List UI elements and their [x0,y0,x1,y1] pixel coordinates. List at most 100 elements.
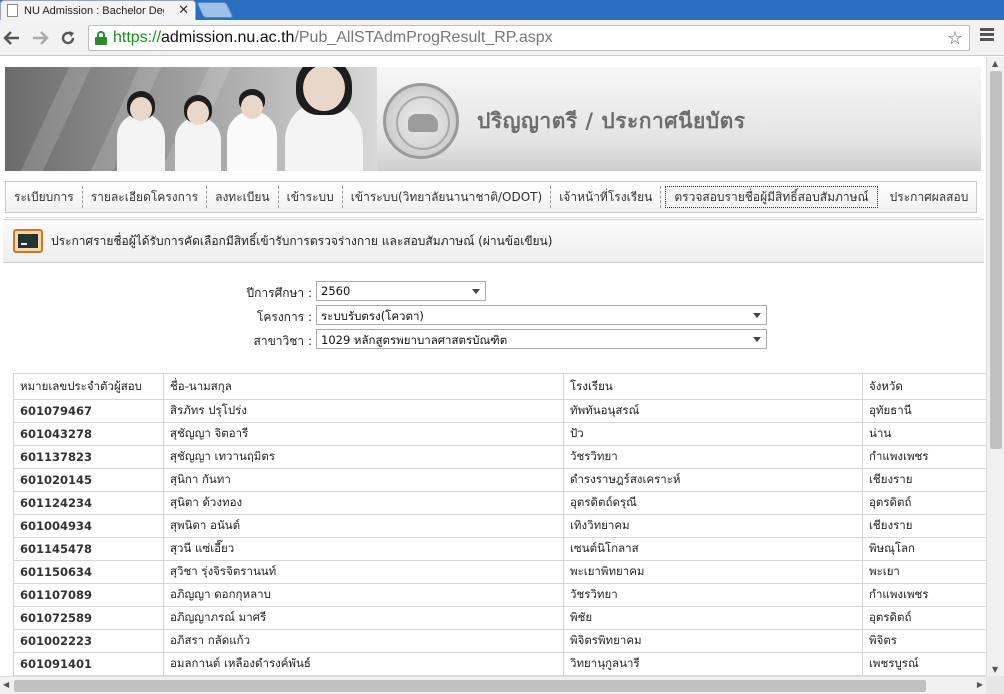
cell-applicant-id: 601043278 [13,422,164,446]
cell-applicant-id: 601002223 [13,629,164,653]
horizontal-scrollbar[interactable]: ◀ ▶ [0,676,986,694]
horizontal-scroll-thumb[interactable] [14,680,926,692]
cell-applicant-id: 601145478 [13,537,164,561]
cell-province: น่าน [862,422,986,446]
cell-school: ดำรงราษฎร์สงเคราะห์ [563,468,863,492]
major-select[interactable]: 1029 หลักสูตรพยาบาลศาสตรบัณฑิต [316,329,767,349]
browser-menu-icon[interactable] [980,28,994,42]
cell-full-name: สุชัญญา จิตอารี [163,422,564,446]
cell-applicant-id: 601124234 [13,491,164,515]
forward-arrow-icon [33,31,49,45]
cell-applicant-id: 601004934 [13,514,164,538]
project-selected-value: ระบบรับตรง(โควตา) [321,309,424,323]
new-tab-button[interactable] [196,2,234,18]
tab-strip: NU Admission : Bachelor Degree ✕ [0,0,1004,20]
table-row: 601107089 อภิญญา ดอกกุหลาบ วัชรวิทยา กำแพงเ… [13,583,986,607]
cell-applicant-id: 601091401 [13,652,164,676]
banner-title: ปริญญาตรี / ประกาศนียบัตร [477,109,746,133]
close-tab-icon[interactable]: ✕ [178,4,189,17]
reload-button[interactable] [56,26,80,50]
project-label: โครงการ : [256,310,312,324]
cell-province: กำแพงเพชร [862,445,986,469]
menu-item-register[interactable]: ลงทะเบียน [207,186,279,208]
back-arrow-icon [3,31,19,45]
cell-full-name: สุพนิดา อนันต์ [163,514,564,538]
menu-item-login-international[interactable]: เข้าระบบ(วิทยาลัยนานาชาติ/ODOT) [343,186,552,208]
vertical-scroll-thumb[interactable] [990,71,1002,449]
cell-full-name: อภิญญาภรณ์ มาศรี [163,606,564,630]
menu-item-regulations[interactable]: ระเบียบการ [6,186,83,208]
cell-school: ทัพทันอนุสรณ์ [563,399,863,423]
chevron-down-icon [753,313,761,318]
cell-school: วัชรวิทยา [563,445,863,469]
column-header-full-name: ชื่อ-นามสกุล [163,373,564,400]
scroll-right-icon[interactable]: ▶ [977,680,983,689]
cell-province: เชียงราย [862,514,986,538]
lock-icon [95,31,107,45]
bookmark-star-icon[interactable]: ☆ [947,28,963,49]
scroll-left-icon[interactable]: ◀ [3,680,9,689]
table-row: 601004934 สุพนิดา อนันต์ เทิงวิทยาคม เชียงร… [13,514,986,538]
results-table: หมายเลขประจำตัวผู้สอบ ชื่อ-นามสกุล โรงเร… [13,373,986,676]
vertical-scrollbar[interactable]: ▲ ▼ [986,57,1004,676]
browser-toolbar: https://admission.nu.ac.th/Pub_AllSTAdmP… [0,20,1004,56]
project-select[interactable]: ระบบรับตรง(โควตา) [316,305,767,325]
cell-province: พิจิตร [862,629,986,653]
cell-school: เซนต์นิโกลาส [563,537,863,561]
cell-province: อุทัยธานี [862,399,986,423]
back-button[interactable] [0,26,24,50]
cell-applicant-id: 601107089 [13,583,164,607]
table-row: 601145478 สุวนี แซ่เอี๊ยว เซนต์นิโกลาส พิษณ… [13,537,986,561]
section-title: ประกาศรายชื่อผู้ได้รับการคัดเลือกมีสิทธิ… [51,233,553,248]
cell-province: อุตรดิตถ์ [862,606,986,630]
major-selected-value: 1029 หลักสูตรพยาบาลศาสตรบัณฑิต [321,333,508,347]
cell-full-name: สุนิกา กันทา [163,468,564,492]
cell-province: พิษณุโลก [862,537,986,561]
section-header: ประกาศรายชื่อผู้ได้รับการคัดเลือกมีสิทธิ… [3,219,984,263]
column-header-applicant-id: หมายเลขประจำตัวผู้สอบ [13,373,164,400]
year-row: ปีการศึกษา : 2560 [0,281,986,301]
cell-full-name: สุชัญญา เทวานฤมิตร [163,445,564,469]
cell-full-name: อมลกานต์ เหลืองดำรงค์พันธ์ [163,652,564,676]
table-row: 601150634 สุวิชา รุ่งจิรจิตรานนท์ พะเยาพิท… [13,560,986,584]
menu-item-project-details[interactable]: รายละเอียดโครงการ [83,186,208,208]
cell-full-name: อภิญญา ดอกกุหลาบ [163,583,564,607]
menu-divider [5,217,981,218]
table-row: 601043278 สุชัญญา จิตอารี ปัว น่าน [13,422,986,446]
cell-full-name: สิรภัทร ปรุโปร่ง [163,399,564,423]
cell-province: เพชรบูรณ์ [862,652,986,676]
table-row: 601020145 สุนิกา กันทา ดำรงราษฎร์สงเคราะห์… [13,468,986,492]
menu-item-check-interview-list[interactable]: ตรวจสอบรายชื่อผู้มีสิทธิ์สอบสัมภาษณ์ [665,186,878,208]
year-select[interactable]: 2560 [316,281,486,301]
project-row: โครงการ : ระบบรับตรง(โควตา) [0,305,986,325]
menu-item-school-staff[interactable]: เจ้าหน้าที่โรงเรียน [551,186,662,208]
major-label: สาขาวิชา : [253,334,312,348]
cell-province: เชียงราย [862,468,986,492]
cell-full-name: สุนิตา ด้วงทอง [163,491,564,515]
cell-school: พะเยาพิทยาคม [563,560,863,584]
table-row: 601091401 อมลกานต์ เหลืองดำรงค์พันธ์ วิทยา… [13,652,986,676]
cell-province: อุตรดิตถ์ [862,491,986,515]
scroll-up-icon[interactable]: ▲ [992,59,998,68]
cell-school: ปัว [563,422,863,446]
cell-full-name: สุวนี แซ่เอี๊ยว [163,537,564,561]
year-label: ปีการศึกษา : [246,286,312,300]
forward-button[interactable] [28,26,52,50]
table-row: 601002223 อภิสรา กลัดแก้ว พิจิตรพิทยาคม พิจ… [13,629,986,653]
students-photo [5,67,377,171]
scroll-down-icon[interactable]: ▼ [992,665,998,674]
browser-tab[interactable]: NU Admission : Bachelor Degree ✕ [0,0,196,20]
university-seal-logo [383,83,459,159]
cell-applicant-id: 601079467 [13,399,164,423]
table-header-row: หมายเลขประจำตัวผู้สอบ ชื่อ-นามสกุล โรงเร… [13,373,986,400]
table-row: 601079467 สิรภัทร ปรุโปร่ง ทัพทันอนุสรณ์ อุ… [13,399,986,423]
table-row: 601137823 สุชัญญา เทวานฤมิตร วัชรวิทยา กำแพ… [13,445,986,469]
cell-school: เทิงวิทยาคม [563,514,863,538]
address-bar[interactable]: https://admission.nu.ac.th/Pub_AllSTAdmP… [88,25,970,51]
year-selected-value: 2560 [321,284,351,298]
menu-item-exam-results[interactable]: ประกาศผลสอบ [882,186,977,208]
menu-item-login[interactable]: เข้าระบบ [279,186,343,208]
page-viewport: ปริญญาตรี / ประกาศนียบัตร ระเบียบการ ราย… [0,57,986,676]
cell-school: วิทยานุกูลนารี [563,652,863,676]
chevron-down-icon [472,289,480,294]
